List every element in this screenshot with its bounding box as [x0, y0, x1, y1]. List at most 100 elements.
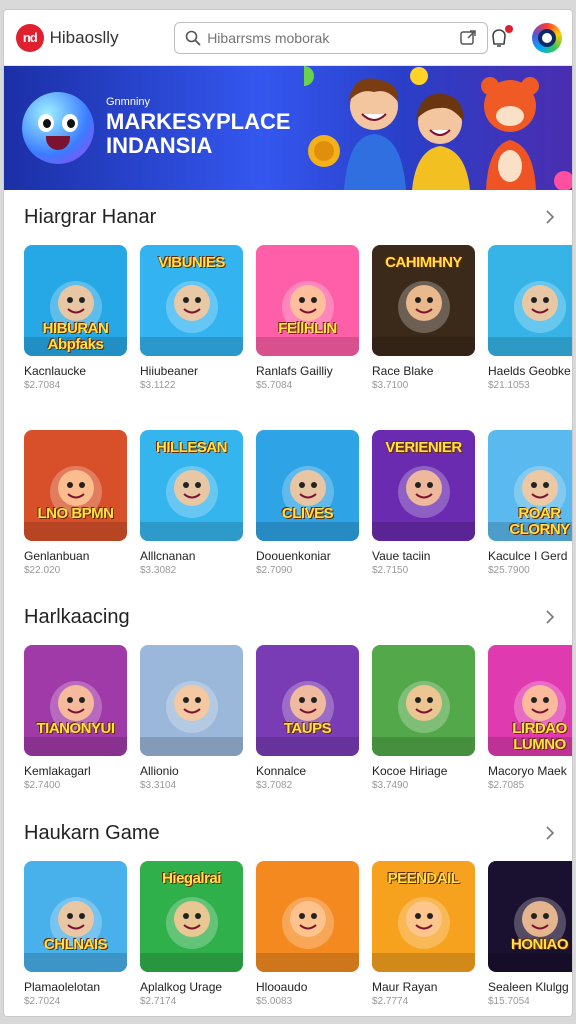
game-thumbnail[interactable]: CAHIMHNY: [372, 245, 475, 356]
section-header-4: Haukarn Game: [24, 818, 560, 848]
game-card[interactable]: CAHIMHNY Race Blake $3.7100: [372, 245, 475, 391]
game-price: $5.7084: [256, 380, 293, 391]
game-card[interactable]: ROAR CLORNY Kaculce I Gerd $25.7900: [488, 430, 572, 576]
game-card[interactable]: LIRDAO LUMNO Macoryo Maek $2.7085: [488, 645, 572, 791]
game-name[interactable]: Hlooaudo: [256, 980, 359, 994]
game-thumbnail[interactable]: CLIVES: [256, 430, 359, 541]
game-card[interactable]: CLIVES Doouenkoniar $2.7090: [256, 430, 359, 576]
game-card[interactable]: PEENDAIL Maur Rayan $2.7774: [372, 861, 475, 1007]
game-card[interactable]: LNO BPMN Genlanbuan $22.020: [24, 430, 127, 576]
search-bar[interactable]: [174, 21, 488, 54]
game-price: $2.7084: [24, 380, 61, 391]
game-card[interactable]: HILLESAN Alllcnanan $3.3082: [140, 430, 243, 576]
game-name[interactable]: Kacnlaucke: [24, 364, 127, 378]
game-artwork: [24, 861, 127, 972]
section-title: Hiargrar Hanar: [24, 205, 157, 228]
game-artwork: [488, 245, 572, 356]
game-name[interactable]: Macoryo Maek: [488, 764, 572, 778]
search-input[interactable]: [207, 29, 459, 46]
game-art-title: TAUPS: [283, 720, 332, 737]
game-thumbnail[interactable]: HONIAO: [488, 861, 572, 972]
game-price: $21.1053: [488, 380, 530, 391]
game-thumbnail[interactable]: [256, 861, 359, 972]
external-link-icon[interactable]: [459, 29, 477, 47]
game-artwork: [24, 645, 127, 756]
game-card[interactable]: Kocoe Hiriage $3.7490: [372, 645, 475, 791]
game-name[interactable]: Kocoe Hiriage: [372, 764, 475, 778]
game-thumbnail[interactable]: CHLNAIS: [24, 861, 127, 972]
game-name[interactable]: Genlanbuan: [24, 549, 127, 563]
logo-text[interactable]: Hibaoslly: [50, 28, 149, 48]
game-art-title: ROAR CLORNY: [509, 505, 570, 538]
game-thumbnail[interactable]: ROAR CLORNY: [488, 430, 572, 541]
game-card[interactable]: TAUPS Konnalce $3.7082: [256, 645, 359, 791]
game-price: $22.020: [24, 565, 61, 576]
promo-banner[interactable]: Gnmniny MARKESYPLACE INDANSIA: [4, 66, 572, 190]
game-card[interactable]: Hiegalrai Aplalkog Urage $2.7174: [140, 861, 243, 1007]
game-card[interactable]: Haelds Geobke $21.1053: [488, 245, 572, 391]
game-art-title: CLIVES: [281, 505, 334, 522]
game-artwork: [24, 430, 127, 541]
game-name[interactable]: Vaue taciin: [372, 549, 475, 563]
game-name[interactable]: Kaculce I Gerd: [488, 549, 572, 563]
chevron-right-icon[interactable]: [540, 607, 560, 627]
game-name[interactable]: Aplalkog Urage: [140, 980, 243, 994]
game-thumbnail[interactable]: VERIENIER: [372, 430, 475, 541]
game-price: $3.7100: [372, 380, 409, 391]
game-art-title: HILLESAN: [156, 439, 228, 456]
section-header-3: Harlkaacing: [24, 602, 560, 632]
game-thumbnail[interactable]: TAUPS: [256, 645, 359, 756]
game-name[interactable]: Maur Rayan: [372, 980, 475, 994]
game-row-1: HIBURAN Abpfaks Kacnlaucke $2.7084 VIBUNIES…: [24, 245, 572, 391]
banner-characters-illustration: [304, 66, 572, 190]
game-thumbnail[interactable]: [372, 645, 475, 756]
game-name[interactable]: Ranlafs Gailliy: [256, 364, 359, 378]
notification-icon[interactable]: [488, 24, 513, 49]
banner-title: MARKESYPLACE INDANSIA: [106, 109, 291, 158]
game-thumbnail[interactable]: PEENDAIL: [372, 861, 475, 972]
chevron-right-icon[interactable]: [540, 823, 560, 843]
chevron-right-icon[interactable]: [540, 207, 560, 227]
game-card[interactable]: Hlooaudo $5.0083: [256, 861, 359, 1007]
game-art-title: LIRDAO LUMNO: [512, 720, 567, 753]
game-name[interactable]: Alllcnanan: [140, 549, 243, 563]
game-art-title: VERIENIER: [385, 439, 462, 456]
game-card[interactable]: FEllHLIN Ranlafs Gailliy $5.7084: [256, 245, 359, 391]
game-name[interactable]: Allionio: [140, 764, 243, 778]
game-name[interactable]: Doouenkoniar: [256, 549, 359, 563]
section-header-1: Hiargrar Hanar: [24, 202, 560, 232]
logo-badge[interactable]: nd: [16, 23, 44, 52]
game-thumbnail[interactable]: HIBURAN Abpfaks: [24, 245, 127, 356]
game-name[interactable]: Hiiubeaner: [140, 364, 243, 378]
game-card[interactable]: HIBURAN Abpfaks Kacnlaucke $2.7084: [24, 245, 127, 391]
game-thumbnail[interactable]: [140, 645, 243, 756]
game-price: $5.0083: [256, 996, 293, 1007]
game-thumbnail[interactable]: FEllHLIN: [256, 245, 359, 356]
game-thumbnail[interactable]: LNO BPMN: [24, 430, 127, 541]
game-card[interactable]: VERIENIER Vaue taciin $2.7150: [372, 430, 475, 576]
game-name[interactable]: Plamaolelotan: [24, 980, 127, 994]
game-thumbnail[interactable]: VIBUNIES: [140, 245, 243, 356]
game-thumbnail[interactable]: HILLESAN: [140, 430, 243, 541]
profile-avatar[interactable]: [532, 22, 562, 53]
notification-dot: [505, 24, 513, 33]
game-thumbnail[interactable]: LIRDAO LUMNO: [488, 645, 572, 756]
game-name[interactable]: Race Blake: [372, 364, 475, 378]
game-card[interactable]: VIBUNIES Hiiubeaner $3.1122: [140, 245, 243, 391]
game-card[interactable]: Allionio $3.3104: [140, 645, 243, 791]
game-card[interactable]: HONIAO Sealeen Klulgg $15.7054: [488, 861, 572, 1007]
game-art-title: VIBUNIES: [158, 254, 225, 271]
game-name[interactable]: Haelds Geobke: [488, 364, 572, 378]
game-price: $25.7900: [488, 565, 530, 576]
game-name[interactable]: Sealeen Klulgg: [488, 980, 572, 994]
game-thumbnail[interactable]: [488, 245, 572, 356]
game-thumbnail[interactable]: Hiegalrai: [140, 861, 243, 972]
game-price: $2.7774: [372, 996, 409, 1007]
game-card[interactable]: CHLNAIS Plamaolelotan $2.7024: [24, 861, 127, 1007]
game-art-title: CHLNAIS: [43, 936, 108, 953]
game-card[interactable]: TIANONYUI Kemlakagarl $2.7400: [24, 645, 127, 791]
game-thumbnail[interactable]: TIANONYUI: [24, 645, 127, 756]
game-name[interactable]: Konnalce: [256, 764, 359, 778]
game-price: $3.7082: [256, 780, 293, 791]
game-name[interactable]: Kemlakagarl: [24, 764, 127, 778]
